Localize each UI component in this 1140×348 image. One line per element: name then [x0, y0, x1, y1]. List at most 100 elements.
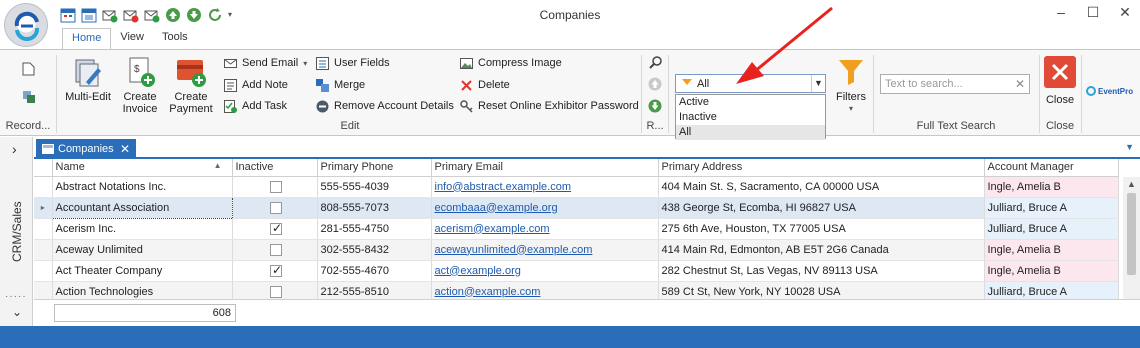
email-link[interactable]: info@abstract.example.com	[435, 181, 572, 193]
cell-name[interactable]: Abstract Notations Inc.	[52, 176, 233, 198]
expand-nav-icon[interactable]: ›	[12, 141, 17, 157]
cell-email[interactable]: act@example.org	[431, 260, 659, 282]
cell-inactive[interactable]	[232, 218, 318, 240]
cell-email[interactable]: acerism@example.com	[431, 218, 659, 240]
cell-phone[interactable]: 555-555-4039	[317, 176, 432, 198]
cell-phone[interactable]: 702-555-4670	[317, 260, 432, 282]
row-indicator[interactable]	[34, 239, 53, 261]
add-task-button[interactable]: Add Task	[224, 97, 287, 115]
scroll-up-icon[interactable]: ▲	[1127, 179, 1136, 189]
chevron-down-icon[interactable]: ▼	[811, 75, 825, 92]
cell-address[interactable]: 414 Main Rd, Edmonton, AB E5T 2G6 Canada	[658, 239, 985, 261]
cell-email[interactable]: acewayunlimited@example.com	[431, 239, 659, 261]
cell-inactive[interactable]	[232, 239, 318, 261]
inactive-checkbox[interactable]	[270, 221, 282, 235]
cell-phone[interactable]: 212-555-8510	[317, 281, 432, 299]
cell-account-manager[interactable]: Ingle, Amelia B	[984, 239, 1119, 261]
email-link[interactable]: act@example.org	[435, 265, 521, 277]
search-icon[interactable]	[649, 55, 663, 72]
cell-address[interactable]: 404 Main St. S, Sacramento, CA 00000 USA	[658, 176, 985, 198]
cell-email[interactable]: action@example.com	[431, 281, 659, 299]
cell-account-manager[interactable]: Julliard, Bruce A	[984, 197, 1119, 219]
filters-button[interactable]: Filters ▾	[832, 56, 870, 115]
cell-name[interactable]: Act Theater Company	[52, 260, 233, 282]
close-button[interactable]: Close	[1043, 56, 1077, 106]
arrow-down-icon[interactable]	[648, 99, 662, 116]
cell-name[interactable]: Action Technologies	[52, 281, 233, 299]
vertical-scrollbar[interactable]: ▲	[1123, 177, 1140, 299]
scrollbar-thumb[interactable]	[1127, 193, 1136, 275]
inactive-checkbox[interactable]	[270, 201, 282, 214]
cell-inactive[interactable]	[232, 281, 318, 299]
search-input[interactable]: Text to search... ✕	[880, 74, 1030, 94]
row-indicator[interactable]	[34, 260, 53, 282]
cell-account-manager[interactable]: Julliard, Bruce A	[984, 218, 1119, 240]
app-logo[interactable]	[4, 3, 48, 47]
cell-email[interactable]: ecombaaa@example.org	[431, 197, 659, 219]
cell-inactive[interactable]	[232, 197, 318, 219]
cell-account-manager[interactable]: Julliard, Bruce A	[984, 281, 1119, 299]
clear-search-icon[interactable]: ✕	[1015, 77, 1025, 91]
arrow-up-icon[interactable]	[648, 77, 662, 94]
maximize-button[interactable]: ☐	[1086, 4, 1100, 21]
filter-option-inactive[interactable]: Inactive	[676, 110, 825, 125]
status-filter-combo[interactable]: All ▼	[675, 74, 826, 93]
column-header-email[interactable]: Primary Email	[431, 159, 659, 177]
column-header-phone[interactable]: Primary Phone	[317, 159, 432, 177]
inactive-checkbox[interactable]	[270, 263, 282, 277]
close-window-button[interactable]: ✕	[1118, 4, 1132, 21]
merge-button[interactable]: Merge	[316, 76, 365, 94]
remove-account-details-button[interactable]: Remove Account Details	[316, 97, 454, 115]
cell-phone[interactable]: 281-555-4750	[317, 218, 432, 240]
email-link[interactable]: acerism@example.com	[435, 223, 550, 235]
email-link[interactable]: acewayunlimited@example.com	[435, 244, 593, 256]
delete-button[interactable]: Delete	[460, 76, 510, 94]
table-row[interactable]: Aceway Unlimited 302-555-8432 acewayunlimi…	[34, 239, 1119, 261]
column-header-address[interactable]: Primary Address	[658, 159, 985, 177]
add-note-button[interactable]: Add Note	[224, 76, 288, 94]
cell-address[interactable]: 589 Ct St, New York, NY 10028 USA	[658, 281, 985, 299]
inactive-checkbox[interactable]	[270, 285, 282, 298]
inactive-checkbox[interactable]	[270, 180, 282, 193]
reset-password-button[interactable]: Reset Online Exhibitor Password	[460, 97, 639, 115]
cell-account-manager[interactable]: Ingle, Amelia B	[984, 260, 1119, 282]
new-record-icon[interactable]	[22, 62, 35, 79]
cell-name[interactable]: Acerism Inc.	[52, 218, 233, 240]
column-header-manager[interactable]: Account Manager	[984, 159, 1119, 177]
column-header-inactive[interactable]: Inactive	[232, 159, 318, 177]
column-header-name[interactable]: Name ▲	[52, 159, 233, 177]
cell-email[interactable]: info@abstract.example.com	[431, 176, 659, 198]
tab-view[interactable]: View	[111, 28, 153, 50]
compress-image-button[interactable]: Compress Image	[460, 54, 562, 72]
row-indicator[interactable]	[34, 176, 53, 198]
table-row[interactable]: Action Technologies 212-555-8510 action@ex…	[34, 281, 1119, 299]
close-tab-icon[interactable]: ✕	[120, 142, 130, 156]
tab-list-dropdown-icon[interactable]: ▼	[1125, 142, 1134, 152]
cell-phone[interactable]: 808-555-7073	[317, 197, 432, 219]
table-row[interactable]: Acerism Inc. 281-555-4750acerism@example.…	[34, 218, 1119, 240]
filter-option-all[interactable]: All	[676, 125, 825, 140]
minimize-button[interactable]: –	[1054, 4, 1068, 21]
table-row[interactable]: ▸ Accountant Association 808-555-7073 ecomb…	[34, 196, 1119, 219]
tab-tools[interactable]: Tools	[153, 28, 197, 50]
user-fields-button[interactable]: User Fields	[316, 54, 390, 72]
row-indicator[interactable]	[34, 281, 53, 299]
email-link[interactable]: action@example.com	[435, 286, 541, 298]
table-row[interactable]: Act Theater Company 702-555-4670act@examp…	[34, 260, 1119, 282]
cell-account-manager[interactable]: Ingle, Amelia B	[984, 176, 1119, 198]
cell-inactive[interactable]	[232, 176, 318, 198]
cell-address[interactable]: 282 Chestnut St, Las Vegas, NV 89113 USA	[658, 260, 985, 282]
create-payment-button[interactable]: Create Payment	[167, 56, 215, 115]
create-invoice-button[interactable]: $ Create Invoice	[118, 56, 162, 115]
cell-address[interactable]: 438 George St, Ecomba, HI 96827 USA	[658, 197, 985, 219]
filter-option-active[interactable]: Active	[676, 95, 825, 110]
table-row[interactable]: Abstract Notations Inc. 555-555-4039 info@…	[34, 176, 1119, 198]
chevron-down-icon[interactable]: ⌄	[12, 305, 22, 319]
row-indicator[interactable]: ▸	[34, 197, 53, 219]
multi-edit-button[interactable]: Multi-Edit	[62, 56, 114, 103]
tab-home[interactable]: Home	[62, 28, 112, 50]
copy-record-icon[interactable]	[22, 90, 36, 107]
cell-inactive[interactable]	[232, 260, 318, 282]
splitter-grip[interactable]: ·····	[5, 291, 27, 302]
row-indicator[interactable]	[34, 218, 53, 240]
